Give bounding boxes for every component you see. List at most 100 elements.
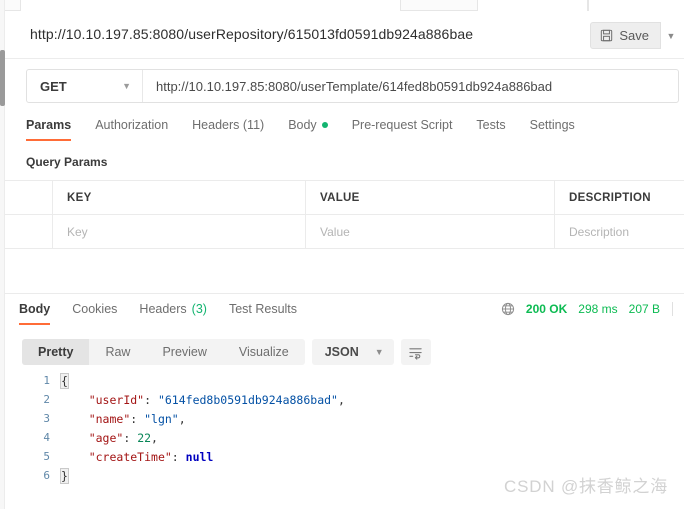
code-line: 2 "userId": "614fed8b0591db924a886bad", — [5, 390, 684, 409]
param-description-input[interactable]: Description — [555, 215, 684, 249]
table-header-row: KEY VALUE DESCRIPTION — [5, 181, 684, 215]
view-raw-button[interactable]: Raw — [89, 339, 146, 365]
header-select-all-cell — [5, 181, 53, 214]
code-token: "userId" — [88, 392, 145, 407]
line-number: 6 — [43, 469, 50, 482]
response-language-label: JSON — [324, 345, 359, 359]
globe-icon — [501, 302, 515, 316]
line-number: 4 — [43, 431, 50, 444]
column-header-key: KEY — [53, 181, 306, 214]
request-tab-2[interactable] — [477, 0, 588, 11]
request-tab-3[interactable] — [588, 0, 684, 11]
code-token: : — [144, 392, 158, 407]
response-view-segmented-control: Pretty Raw Preview Visualize — [22, 339, 305, 365]
save-options-chevron-down-icon[interactable]: ▼ — [662, 22, 680, 49]
tab-params[interactable]: Params — [26, 113, 72, 141]
param-key-input[interactable]: Key — [53, 215, 306, 249]
response-section-tabs: Body Cookies Headers (3) Test Results 20… — [5, 293, 684, 329]
code-token: "name" — [88, 411, 131, 426]
code-token: 22 — [137, 430, 152, 445]
code-token: "lgn" — [144, 411, 179, 426]
view-visualize-button[interactable]: Visualize — [223, 339, 305, 365]
http-method-select[interactable]: GET ▼ — [27, 70, 143, 102]
response-tab-headers[interactable]: Headers (3) — [139, 294, 207, 325]
code-content: "userId": "614fed8b0591db924a886bad", — [61, 393, 345, 407]
url-row: GET ▼ http://10.10.197.85:8080/userTempl… — [5, 59, 684, 113]
save-button[interactable]: Save — [590, 22, 661, 49]
url-input[interactable]: http://10.10.197.85:8080/userTemplate/61… — [143, 70, 678, 102]
wrap-lines-icon — [408, 345, 423, 360]
brace-token: } — [60, 467, 69, 484]
response-format-toolbar: Pretty Raw Preview Visualize JSON ▼ — [5, 333, 684, 371]
params-empty-area — [5, 249, 684, 293]
response-tab-headers-label: Headers — [139, 302, 187, 316]
response-status-group: 200 OK 298 ms 207 B — [501, 302, 673, 316]
code-token: "614fed8b0591db924a886bad" — [157, 392, 338, 407]
code-content: "name": "lgn", — [61, 412, 186, 426]
status-code-text: 200 OK — [525, 302, 568, 316]
view-preview-label: Preview — [162, 345, 207, 359]
line-number: 1 — [43, 374, 50, 387]
chevron-down-icon: ▼ — [374, 347, 384, 357]
response-body-viewer[interactable]: 1{2 "userId": "614fed8b0591db924a886bad"… — [5, 371, 684, 509]
http-method-label: GET — [40, 78, 67, 94]
tab-pre-request-script-label: Pre-request Script — [351, 118, 453, 132]
status-divider — [672, 302, 673, 316]
request-section-tabs: Params Authorization Headers (11) Body P… — [5, 113, 684, 147]
view-pretty-button[interactable]: Pretty — [22, 339, 90, 365]
line-number: 5 — [43, 450, 50, 463]
code-token: : — [171, 449, 186, 464]
view-pretty-label: Pretty — [38, 345, 74, 359]
response-tab-cookies[interactable]: Cookies — [72, 294, 117, 325]
request-tab-1[interactable] — [20, 0, 401, 11]
code-line: 1{ — [5, 371, 684, 390]
floppy-disk-icon — [600, 29, 613, 42]
tab-headers-label: Headers (11) — [192, 118, 265, 132]
view-preview-button[interactable]: Preview — [146, 339, 222, 365]
tab-params-label: Params — [26, 118, 72, 132]
view-visualize-label: Visualize — [238, 345, 289, 359]
code-token: : — [123, 430, 138, 445]
save-button-label: Save — [619, 28, 649, 43]
code-token: "createTime" — [88, 449, 172, 464]
tab-tests[interactable]: Tests — [476, 113, 505, 141]
code-token: null — [185, 449, 214, 464]
code-token: "age" — [88, 430, 124, 445]
code-content: } — [60, 467, 69, 484]
tab-headers[interactable]: Headers (11) — [192, 113, 264, 141]
table-row[interactable]: Key Value Description — [5, 215, 684, 249]
tab-pre-request-script[interactable]: Pre-request Script — [352, 113, 453, 141]
response-time-text: 298 ms — [578, 302, 618, 316]
response-tab-body[interactable]: Body — [19, 294, 51, 325]
tab-authorization-label: Authorization — [95, 118, 169, 132]
tab-body-label: Body — [288, 118, 317, 132]
brace-token: { — [60, 372, 69, 389]
response-size-text: 207 B — [628, 302, 660, 316]
code-line: 6} — [5, 466, 684, 485]
code-line: 4 "age": 22, — [5, 428, 684, 447]
row-checkbox-cell[interactable] — [5, 215, 53, 249]
tab-settings[interactable]: Settings — [530, 113, 575, 141]
wrap-lines-button[interactable] — [400, 339, 431, 365]
chevron-down-icon: ▼ — [122, 81, 131, 91]
response-tab-test-results[interactable]: Test Results — [229, 294, 297, 325]
request-title: http://10.10.197.85:8080/userRepository/… — [30, 26, 474, 42]
view-raw-label: Raw — [105, 345, 131, 359]
code-line: 3 "name": "lgn", — [5, 409, 684, 428]
line-number: 3 — [43, 412, 50, 425]
response-tab-test-results-label: Test Results — [228, 302, 298, 316]
query-params-label: Query Params — [26, 155, 108, 169]
param-value-input[interactable]: Value — [306, 215, 555, 249]
response-language-select[interactable]: JSON ▼ — [311, 339, 394, 365]
tab-body[interactable]: Body — [288, 113, 328, 141]
line-number: 2 — [43, 393, 50, 406]
tab-authorization[interactable]: Authorization — [95, 113, 168, 141]
code-line: 5 "createTime": null — [5, 447, 684, 466]
query-params-table: KEY VALUE DESCRIPTION Key Value Descript… — [5, 180, 684, 249]
code-token: : — [130, 411, 145, 426]
postman-window: http://10.10.197.85:8080/userRepository/… — [0, 0, 684, 509]
code-token: , — [151, 430, 158, 445]
column-header-value: VALUE — [306, 181, 555, 214]
